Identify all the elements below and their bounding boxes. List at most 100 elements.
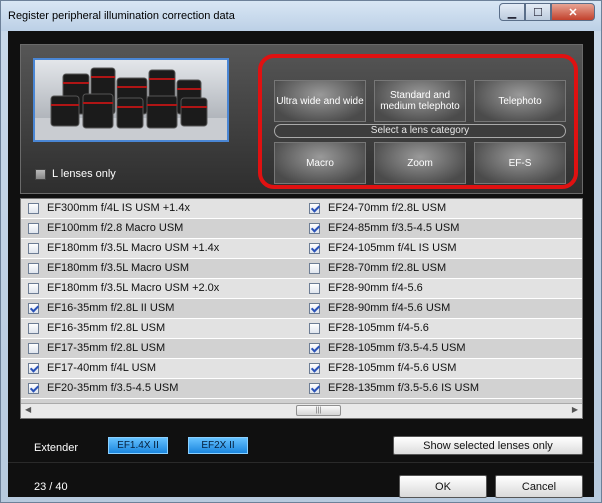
selected-count: 23 / 40 [34, 481, 68, 493]
lens-row: EF100mm f/2.8 Macro USM EF24-85mm f/3.5-4… [21, 219, 582, 239]
lens-name: EF180mm f/3.5L Macro USM +1.4x [47, 242, 220, 254]
scroll-right-icon[interactable]: ▶ [572, 405, 578, 414]
lens-checkbox[interactable] [28, 262, 39, 274]
lens-item[interactable]: EF28-70mm f/2.8L USM [309, 262, 446, 274]
lens-checkbox[interactable] [309, 342, 320, 354]
lens-name: EF24-70mm f/2.8L USM [328, 202, 447, 214]
lens-checkbox[interactable] [28, 202, 39, 214]
lens-name: EF16-35mm f/2.8L USM [47, 322, 166, 334]
lens-checkbox[interactable] [28, 322, 39, 334]
category-ultra-wide-button[interactable]: Ultra wide and wide [274, 80, 366, 122]
lens-item[interactable]: EF17-35mm f/2.8L USM [28, 342, 165, 354]
lens-row: EF180mm f/3.5L Macro USM EF28-70mm f/2.8L… [21, 259, 582, 279]
category-macro-button[interactable]: Macro [274, 142, 366, 184]
lens-item[interactable]: EF300mm f/4L IS USM +1.4x [28, 202, 190, 214]
category-telephoto-button[interactable]: Telephoto [474, 80, 566, 122]
ok-button[interactable]: OK [399, 475, 487, 498]
lens-checkbox[interactable] [309, 242, 320, 254]
lens-checkbox[interactable] [309, 202, 320, 214]
lens-row: EF17-35mm f/2.8L USM EF28-105mm f/3.5-4.5… [21, 339, 582, 359]
lens-checkbox[interactable] [28, 302, 39, 314]
lens-checkbox[interactable] [309, 222, 320, 234]
lens-checkbox[interactable] [28, 222, 39, 234]
lens-name: EF24-105mm f/4L IS USM [328, 242, 457, 254]
lens-row: EF300mm f/4L IS USM +1.4x EF24-70mm f/2.8… [21, 199, 582, 219]
lens-item[interactable]: EF28-105mm f/4-5.6 USM [309, 362, 456, 374]
lens-row: EF16-35mm f/2.8L USM EF28-105mm f/4-5.6 [21, 319, 582, 339]
show-selected-lenses-button[interactable]: Show selected lenses only [393, 436, 583, 455]
title-bar: Register peripheral illumination correct… [1, 1, 601, 31]
lens-item[interactable]: EF24-70mm f/2.8L USM [309, 202, 446, 214]
lens-checkbox[interactable] [309, 282, 320, 294]
lens-checkbox[interactable] [309, 362, 320, 374]
lens-name: EF28-105mm f/3.5-4.5 USM [328, 342, 466, 354]
lens-checkbox[interactable] [309, 322, 320, 334]
maximize-button[interactable]: ☐ [525, 3, 551, 21]
lens-checkbox[interactable] [309, 382, 320, 394]
lens-lineup-image[interactable] [33, 58, 229, 142]
scrollbar-thumb[interactable]: ||| [296, 405, 341, 416]
lens-item[interactable]: EF180mm f/3.5L Macro USM +2.0x [28, 282, 219, 294]
lens-item[interactable]: EF28-105mm f/3.5-4.5 USM [309, 342, 466, 354]
lens-list: EF300mm f/4L IS USM +1.4x EF24-70mm f/2.8… [20, 198, 583, 419]
footer-divider [8, 462, 594, 463]
lens-item[interactable]: EF28-90mm f/4-5.6 [309, 282, 423, 294]
lens-name: EF28-90mm f/4-5.6 USM [328, 302, 451, 314]
lens-name: EF20-35mm f/3.5-4.5 USM [47, 382, 179, 394]
lens-checkbox[interactable] [28, 242, 39, 254]
lens-item[interactable]: EF28-90mm f/4-5.6 USM [309, 302, 450, 314]
category-standard-telephoto-button[interactable]: Standard and medium telephoto [374, 80, 466, 122]
minimize-button[interactable]: ▁ [499, 3, 525, 21]
lens-name: EF24-85mm f/3.5-4.5 USM [328, 222, 460, 234]
lens-checkbox[interactable] [309, 262, 320, 274]
lens-checkbox[interactable] [28, 342, 39, 354]
scroll-left-icon[interactable]: ◀ [25, 405, 31, 414]
cancel-button[interactable]: Cancel [495, 475, 583, 498]
maximize-icon: ☐ [533, 6, 543, 19]
lens-item[interactable]: EF28-105mm f/4-5.6 [309, 322, 429, 334]
l-lenses-only-checkbox[interactable]: L lenses only [35, 168, 116, 180]
lens-name: EF28-105mm f/4-5.6 [328, 322, 429, 334]
lens-row: EF20-35mm f/3.5-4.5 USM EF28-135mm f/3.5-… [21, 379, 582, 399]
lens-name: EF16-35mm f/2.8L II USM [47, 302, 175, 314]
category-efs-button[interactable]: EF-S [474, 142, 566, 184]
lens-name: EF28-105mm f/4-5.6 USM [328, 362, 457, 374]
lens-name: EF28-135mm f/3.5-5.6 IS USM [328, 382, 479, 394]
lens-lineup-icon [35, 67, 227, 140]
lens-name: EF300mm f/4L IS USM +1.4x [47, 202, 190, 214]
lens-category-panel: L lenses only Ultra wide and wide Standa… [20, 44, 583, 194]
lens-name: EF180mm f/3.5L Macro USM [47, 262, 190, 274]
extender-label: Extender [34, 442, 79, 454]
lens-item[interactable]: EF17-40mm f/4L USM [28, 362, 156, 374]
lens-item[interactable]: EF180mm f/3.5L Macro USM [28, 262, 189, 274]
lens-checkbox[interactable] [28, 362, 39, 374]
lens-item[interactable]: EF16-35mm f/2.8L USM [28, 322, 165, 334]
lens-item[interactable]: EF20-35mm f/3.5-4.5 USM [28, 382, 178, 394]
lens-row: EF17-40mm f/4L USM EF28-105mm f/4-5.6 USM [21, 359, 582, 379]
l-lenses-checkbox-box[interactable] [35, 168, 46, 180]
lens-name: EF17-40mm f/4L USM [47, 362, 157, 374]
category-zoom-button[interactable]: Zoom [374, 142, 466, 184]
category-prompt: Select a lens category [274, 124, 566, 138]
dialog-content: L lenses only Ultra wide and wide Standa… [8, 31, 594, 498]
lens-checkbox[interactable] [28, 282, 39, 294]
horizontal-scrollbar[interactable]: ◀ ||| ▶ [21, 403, 582, 418]
lens-row: EF180mm f/3.5L Macro USM +2.0x EF28-90mm … [21, 279, 582, 299]
lens-item[interactable]: EF16-35mm f/2.8L II USM [28, 302, 174, 314]
lens-item[interactable]: EF24-85mm f/3.5-4.5 USM [309, 222, 459, 234]
extender-1-4x-button[interactable]: EF1.4X II [108, 437, 168, 454]
lens-item[interactable]: EF180mm f/3.5L Macro USM +1.4x [28, 242, 219, 254]
l-lenses-only-label: L lenses only [52, 168, 116, 180]
lens-item[interactable]: EF100mm f/2.8 Macro USM [28, 222, 183, 234]
lens-name: EF28-70mm f/2.8L USM [328, 262, 447, 274]
lens-checkbox[interactable] [28, 382, 39, 394]
lens-name: EF17-35mm f/2.8L USM [47, 342, 166, 354]
lens-checkbox[interactable] [309, 302, 320, 314]
lens-name: EF180mm f/3.5L Macro USM +2.0x [47, 282, 220, 294]
close-button[interactable]: ✕ [551, 3, 595, 21]
extender-2x-button[interactable]: EF2X II [188, 437, 248, 454]
lens-item[interactable]: EF24-105mm f/4L IS USM [309, 242, 457, 254]
window-title: Register peripheral illumination correct… [8, 10, 235, 22]
lens-item[interactable]: EF28-135mm f/3.5-5.6 IS USM [309, 382, 479, 394]
lens-name: EF100mm f/2.8 Macro USM [47, 222, 184, 234]
